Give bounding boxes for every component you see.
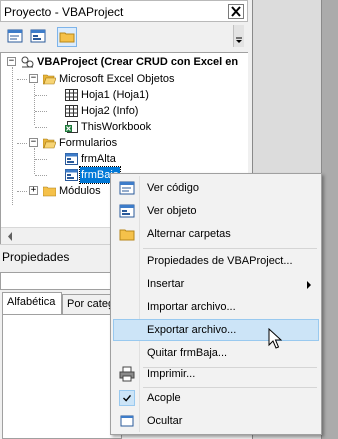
userform-icon [65,169,78,181]
tab-alfabetica[interactable]: Alfabética [2,292,62,314]
menu-item-exportar-archivo[interactable]: Exportar archivo... [113,319,319,341]
menu-separator [143,248,317,249]
project-explorer-title: Proyecto - VBAProject [4,5,124,19]
toolbar-overflow-button[interactable] [233,25,244,47]
view-code-button[interactable] [6,27,26,47]
menu-item-ver-objeto[interactable]: Ver objeto [113,200,319,222]
project-toolbar [0,22,248,52]
tree-collapse-toggle[interactable]: − [29,138,38,147]
folder-icon [43,186,56,197]
project-explorer-titlebar[interactable]: Proyecto - VBAProject [0,0,248,22]
menu-item-label: Ocultar [147,415,183,427]
menu-item-quitar[interactable]: Quitar frmBaja... [113,342,319,364]
menu-item-ocultar[interactable]: Ocultar [113,410,319,432]
mouse-pointer-icon [268,328,282,349]
context-menu: Ver código Ver objeto Alternar carpetas … [110,173,322,435]
menu-item-label: Importar archivo... [147,301,236,313]
menu-item-propiedades[interactable]: Propiedades de VBAProject... [113,250,319,272]
tree-node-label: Hoja1 (Hoja1) [81,89,149,101]
tree-node-label: VBAProject (Crear CRUD con Excel en [37,56,239,68]
vba-project-icon [21,56,34,68]
tree-node-label: Microsoft Excel Objetos [59,73,175,85]
tab-label: Alfabética [7,296,56,308]
menu-item-label: Imprimir... [147,368,196,380]
folder-icon [119,229,135,241]
toggle-folders-button[interactable] [57,27,77,47]
object-selector-combo[interactable] [0,272,120,290]
printer-icon [119,366,135,382]
properties-grid[interactable] [2,314,122,439]
tree-node-label: frmAlta [81,153,116,165]
menu-item-importar-archivo[interactable]: Importar archivo... [113,296,319,318]
tab-label: Por categ [67,298,115,310]
tree-node-label: Módulos [59,185,101,197]
menu-item-insertar[interactable]: Insertar [113,273,319,295]
userform-icon [65,153,78,165]
close-button[interactable] [228,4,244,19]
menu-item-label: Acople [147,392,181,404]
view-code-icon [7,29,23,43]
tree-collapse-toggle[interactable]: − [29,74,38,83]
hide-window-icon [120,415,134,427]
view-code-icon [119,181,135,195]
menu-item-label: Alternar carpetas [147,228,231,240]
chevron-left-icon [8,232,12,241]
menu-item-label: Exportar archivo... [147,324,237,336]
submenu-arrow-icon [307,281,311,289]
chevron-down-icon [236,37,242,43]
menu-item-label: Ver objeto [147,205,197,217]
view-object-button[interactable] [29,27,49,47]
worksheet-icon [65,89,78,101]
checkmark-icon [119,390,135,406]
menu-item-label: Quitar frmBaja... [147,347,228,359]
view-object-icon [30,29,46,43]
close-icon [231,6,241,17]
menu-item-label: Propiedades de VBAProject... [147,255,293,267]
menu-item-alternar-carpetas[interactable]: Alternar carpetas [113,223,319,245]
properties-title: Propiedades [2,250,70,264]
menu-item-imprimir[interactable]: Imprimir... [113,363,319,385]
tree-node-label: ThisWorkbook [81,121,152,133]
menu-item-ver-codigo[interactable]: Ver código [113,177,319,199]
worksheet-icon [65,105,78,117]
tree-node-label: Hoja2 (Info) [81,105,139,117]
open-folder-icon [43,138,56,149]
menu-item-acople[interactable]: Acople [113,387,319,409]
menu-item-label: Insertar [147,278,185,290]
tree-expand-toggle[interactable]: + [29,186,38,195]
tree-collapse-toggle[interactable]: − [7,57,16,66]
open-folder-icon [43,74,56,85]
workbook-icon [65,121,78,133]
tree-node-label: Formularios [59,137,118,149]
view-object-icon [119,204,135,218]
folder-icon [59,32,75,43]
menu-item-label: Ver código [147,182,199,194]
